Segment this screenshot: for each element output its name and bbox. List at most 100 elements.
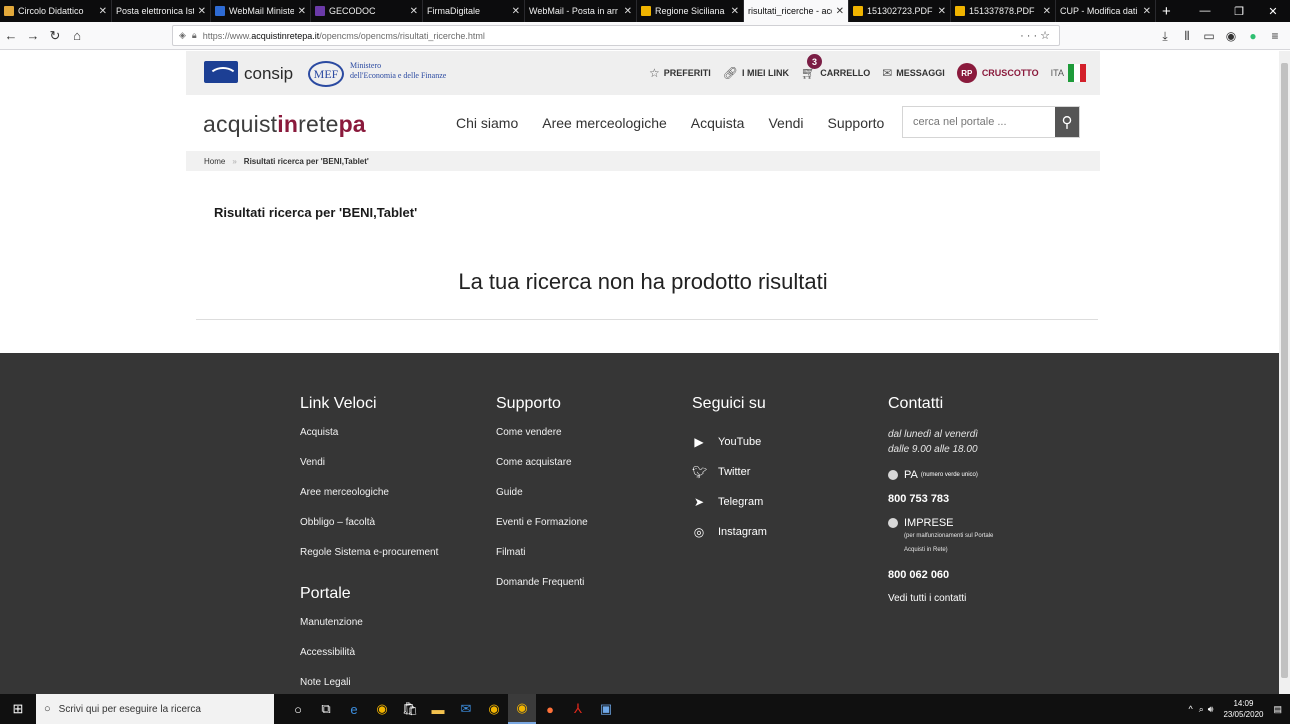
close-tab-icon[interactable]: ✕ [624,6,632,17]
messaggi-link[interactable]: ✉ MESSAGGI [882,66,945,80]
store-icon[interactable]: 🛍︎ [396,694,424,724]
browser-tab[interactable]: Circolo Didattico ✕ [0,0,112,22]
reload-icon[interactable]: ↻ [44,28,66,44]
twitter-link[interactable]: 🐦︎ Twitter [692,457,767,487]
instagram-link[interactable]: ◎ Instagram [692,517,767,547]
nav-vendi[interactable]: Vendi [768,115,803,131]
nav-acquista[interactable]: Acquista [691,115,745,131]
close-tab-icon[interactable]: ✕ [938,6,946,17]
nav-chi-siamo[interactable]: Chi siamo [456,115,518,131]
browser-tab[interactable]: FirmaDigitale ✕ [423,0,525,22]
all-contacts-link[interactable]: Vedi tutti i contatti [888,593,993,604]
chrome-2-icon[interactable]: ◉ [480,694,508,724]
menu-icon[interactable]: ≡ [1264,29,1286,43]
footer-link[interactable]: Manutenzione [300,617,438,647]
mef-text: Ministero dell'Economia e delle Finanze [350,61,447,80]
footer-link[interactable]: Acquista [300,427,438,457]
chrome-3-icon[interactable]: ◉ [508,694,536,724]
new-tab-icon[interactable]: + [1162,3,1171,20]
preferiti-link[interactable]: ☆ PREFERITI [649,66,711,80]
telegram-link[interactable]: ➤ Telegram [692,487,767,517]
close-tab-icon[interactable]: ✕ [1043,6,1051,17]
close-tab-icon[interactable]: ✕ [512,6,520,17]
tray-chevron-icon[interactable]: ^ [1188,704,1192,714]
extension-icon[interactable]: ◉ [1220,29,1242,43]
consip-logo[interactable] [204,61,238,83]
youtube-link[interactable]: ▶ YouTube [692,427,767,457]
browser-tab[interactable]: GECODOC ✕ [311,0,423,22]
clock[interactable]: 14:09 23/05/2020 [1223,698,1263,720]
browser-tab-active[interactable]: risultati_ricerche - acq ✕ [744,0,849,22]
footer-link[interactable]: Come acquistare [496,457,588,487]
scrollbar-thumb[interactable] [1281,63,1288,678]
library-icon[interactable]: ⫴ [1176,29,1198,44]
sidebar-icon[interactable]: ▭ [1198,29,1220,43]
page-scrollbar[interactable] [1279,51,1290,694]
browser-tab[interactable]: Regione Siciliana ✕ [637,0,744,22]
home-icon[interactable]: ⌂ [66,28,88,43]
imprese-phone-number[interactable]: 800 062 060 [888,569,993,581]
footer-link[interactable]: Accessibilità [300,647,438,677]
footer-link[interactable]: Domande Frequenti [496,577,588,607]
mail-icon[interactable]: ✉ [452,694,480,724]
app-icon[interactable]: ▣ [592,694,620,724]
url-bar[interactable]: ◈ 🔒︎ https://www. acquistinretepa.it/open… [172,25,1060,46]
restore-icon[interactable]: ❐ [1222,5,1256,18]
browser-tab[interactable]: WebMail - Posta in arr ✕ [525,0,637,22]
footer-link[interactable]: Note Legali [300,677,438,694]
browser-tab[interactable]: 151337878.PDF ✕ [951,0,1056,22]
acrobat-icon[interactable]: ⅄ [564,694,592,724]
language-selector[interactable]: ITA [1051,64,1086,82]
extension-green-icon[interactable]: ● [1242,29,1264,43]
page-actions-icon[interactable]: ···☆ [1020,29,1053,42]
volume-icon[interactable]: 🔊︎ [1208,704,1214,715]
close-window-icon[interactable]: ✕ [1256,5,1290,18]
footer-link[interactable]: Vendi [300,457,438,487]
browser-tab[interactable]: Posta elettronica Istru✕ [112,0,211,22]
search-input[interactable] [903,107,1055,137]
chrome-icon[interactable]: ◉ [368,694,396,724]
edge-icon[interactable]: e [340,694,368,724]
firefox-icon[interactable]: ● [536,694,564,724]
browser-toolbar: ⤓ ⫴ ▭ ◉ ● ≡ [1154,22,1286,50]
footer-link[interactable]: Obbligo – facoltà [300,517,438,547]
close-tab-icon[interactable]: ✕ [836,6,844,17]
breadcrumb-home[interactable]: Home [204,157,225,166]
mef-logo[interactable]: MEF [308,61,344,87]
browser-tab[interactable]: WebMail Minister ✕ [211,0,311,22]
minimize-icon[interactable]: — [1188,5,1222,17]
downloads-icon[interactable]: ⤓ [1154,29,1176,44]
forward-icon[interactable]: → [22,28,44,43]
windows-start-icon[interactable]: ⊞ [0,701,36,717]
close-tab-icon[interactable]: ✕ [99,6,107,17]
footer-link[interactable]: Regole Sistema e-procurement [300,547,438,577]
browser-tab[interactable]: CUP - Modifica dati ✕ [1056,0,1156,22]
close-tab-icon[interactable]: ✕ [731,6,739,17]
footer-link[interactable]: Come vendere [496,427,588,457]
footer-link[interactable]: Aree merceologiche [300,487,438,517]
site-logo[interactable]: acquistinretepa [203,111,366,138]
footer-link[interactable]: Eventi e Formazione [496,517,588,547]
close-tab-icon[interactable]: ✕ [298,6,306,17]
cortana-icon[interactable]: ○ [284,694,312,724]
close-tab-icon[interactable]: ✕ [198,6,206,17]
taskbar-search[interactable]: ○ Scrivi qui per eseguire la ricerca [36,694,274,724]
browser-tab[interactable]: 151302723.PDF ✕ [849,0,951,22]
nav-aree-merceologiche[interactable]: Aree merceologiche [542,115,667,131]
notifications-icon[interactable]: ▤ [1273,704,1282,715]
network-icon[interactable]: ⌕ [1199,704,1204,715]
footer-link[interactable]: Filmati [496,547,588,577]
footer-link[interactable]: Guide [496,487,588,517]
back-icon[interactable]: ← [0,28,22,43]
pa-phone-number[interactable]: 800 753 783 [888,493,993,505]
search-button[interactable]: ⚲ [1055,107,1079,137]
file-explorer-icon[interactable]: ▬ [424,694,452,724]
nav-supporto[interactable]: Supporto [828,115,885,131]
task-view-icon[interactable]: ⧉ [312,694,340,724]
miei-link-link[interactable]: 🔗︎ I MIEI LINK [723,66,789,80]
tab-favicon-icon [315,6,325,16]
close-tab-icon[interactable]: ✕ [1143,6,1151,17]
close-tab-icon[interactable]: ✕ [410,6,418,17]
carrello-link[interactable]: 🛒︎ 3 CARRELLO [801,54,870,80]
cruscotto-link[interactable]: RP CRUSCOTTO [956,63,1039,83]
